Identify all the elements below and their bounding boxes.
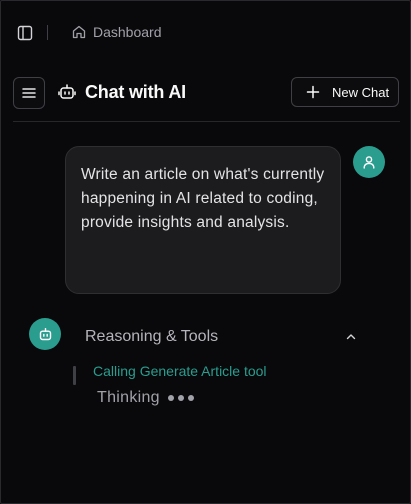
sidebar-toggle-button[interactable] [16, 24, 34, 42]
reasoning-toggle[interactable]: Reasoning & Tools [85, 324, 357, 350]
plus-icon [306, 85, 320, 99]
page-title: Chat with AI [85, 81, 186, 102]
breadcrumb-dashboard[interactable]: Dashboard [93, 24, 162, 40]
bot-icon [58, 84, 76, 99]
top-bar: Dashboard [0, 0, 411, 64]
toolbar-divider [47, 25, 48, 40]
thinking-indicator: Thinking [97, 389, 194, 407]
new-chat-button[interactable]: New Chat [291, 77, 399, 107]
typing-dots [167, 395, 194, 401]
user-icon [363, 156, 375, 169]
typing-dot [167, 395, 174, 401]
tool-indicator-bar [73, 366, 76, 385]
tool-status-text: Calling Generate Article tool [93, 363, 267, 379]
reasoning-title: Reasoning & Tools [85, 328, 219, 345]
assistant-avatar [29, 318, 61, 350]
user-message-bubble: Write an article on what's currently hap… [65, 146, 341, 294]
bot-icon [39, 327, 51, 340]
new-chat-label: New Chat [332, 84, 390, 100]
sidebar-toggle-icon [17, 25, 33, 41]
menu-button[interactable] [13, 77, 45, 109]
breadcrumb[interactable]: Dashboard [71, 22, 162, 42]
page-header: Chat with AI [58, 80, 186, 104]
menu-icon [22, 88, 36, 98]
home-icon [72, 25, 86, 39]
typing-dot [177, 395, 184, 401]
header-divider [13, 121, 400, 122]
typing-dot [187, 395, 194, 401]
user-message-text: Write an article on what's currently hap… [81, 166, 325, 231]
thinking-label: Thinking [97, 389, 160, 406]
user-avatar [353, 146, 385, 178]
chevron-up-icon [346, 334, 356, 340]
